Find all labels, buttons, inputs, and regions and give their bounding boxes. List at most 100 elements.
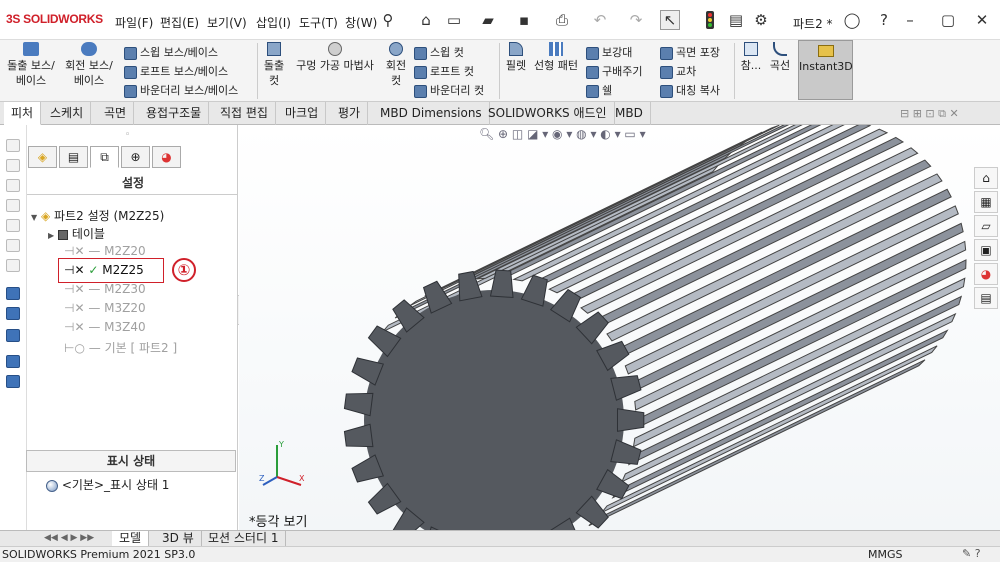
menu-file[interactable]: 파일(F) [115, 14, 153, 31]
dimxpert-manager-tab[interactable]: ⊕ [121, 146, 150, 168]
tab-markup[interactable]: 마크업 [278, 102, 327, 125]
tab-motion-study[interactable]: 모션 스터디 1 [201, 531, 287, 547]
intersect-button[interactable]: 교차 [660, 63, 696, 79]
loft-cut-button[interactable]: 로프트 컷 [414, 63, 474, 79]
instant3d-button[interactable]: Instant3D [798, 40, 853, 100]
tool-icon[interactable] [6, 355, 20, 368]
loft-boss-button[interactable]: 로프트 보스/베이스 [124, 63, 228, 79]
boundary-boss-button[interactable]: 바운더리 보스/베이스 [124, 82, 238, 98]
new-document-icon[interactable]: ▭ [444, 10, 464, 30]
configuration-manager-tab[interactable]: ⧉ [90, 146, 119, 168]
tool-icon[interactable] [6, 375, 20, 388]
tab-scroll-arrows-icon[interactable]: ◀◀ ◀ ▶ ▶▶ [44, 533, 94, 543]
save-icon[interactable]: ▪ [514, 10, 534, 30]
redo-icon[interactable]: ↷ [626, 10, 646, 30]
unit-system[interactable]: MMGS [868, 548, 903, 561]
config-item-m3z40[interactable]: ⊣✕ — M3Z40 [64, 320, 146, 334]
tab-surfaces[interactable]: 곡면 [97, 102, 135, 125]
extrude-cut-button[interactable]: 돌출 컷 [262, 42, 286, 88]
display-state-item[interactable]: <기본>_표시 상태 1 [46, 476, 169, 493]
tool-icon[interactable] [6, 239, 20, 252]
traffic-light-icon[interactable] [700, 10, 720, 30]
mirror-button[interactable]: 대칭 복사 [660, 82, 720, 98]
extrude-boss-button[interactable]: 돌출 보스/ 베이스 [4, 42, 58, 88]
status-icons[interactable]: ✎ ? [962, 547, 981, 560]
tab-evaluate[interactable]: 평가 [331, 102, 369, 125]
config-item-m2z20[interactable]: ⊣✕ — M2Z20 [64, 244, 146, 258]
tool-icon[interactable] [6, 139, 20, 152]
tab-sketch[interactable]: 스케치 [43, 102, 92, 125]
menu-insert[interactable]: 삽입(I) [256, 14, 291, 31]
design-library-icon[interactable]: ▦ [974, 191, 998, 213]
config-item-m2z25-active[interactable]: ⊣✕ ✓ M2Z25 [64, 263, 144, 277]
collapse-arrow-icon[interactable]: ▼ [31, 213, 37, 222]
shell-button[interactable]: 쉘 [586, 82, 612, 98]
linear-pattern-button[interactable]: 선형 패턴 [532, 42, 580, 73]
property-manager-tab[interactable]: ▤ [59, 146, 88, 168]
callout-number: ① [172, 258, 196, 282]
menu-view[interactable]: 보기(V) [207, 14, 247, 31]
file-properties-icon[interactable]: ▤ [726, 10, 746, 30]
tab-mbd[interactable]: MBD [608, 102, 651, 125]
tool-icon[interactable] [6, 329, 20, 342]
home-icon[interactable]: ⌂ [974, 167, 998, 189]
expand-arrow-icon[interactable]: ▶ [48, 231, 54, 240]
tool-icon[interactable] [6, 307, 20, 320]
sweep-cut-button[interactable]: 스윕 컷 [414, 44, 464, 60]
appearances-icon[interactable]: ◕ [974, 263, 998, 285]
maximize-button[interactable]: ▢ [938, 10, 958, 30]
config-root-row[interactable]: ▼ ◈ 파트2 설정 (M2Z25) [31, 207, 164, 224]
select-cursor-icon[interactable]: ↖ [660, 10, 680, 30]
undo-icon[interactable]: ↶ [590, 10, 610, 30]
tool-icon[interactable] [6, 219, 20, 232]
tab-3d-views[interactable]: 3D 뷰 [155, 531, 202, 547]
options-gear-icon[interactable]: ⚙ [751, 10, 771, 30]
help-icon[interactable]: ? [874, 10, 894, 30]
tab-model[interactable]: 모델 [112, 531, 150, 547]
view-palette-icon[interactable]: ▣ [974, 239, 998, 261]
config-item-m2z30[interactable]: ⊣✕ — M2Z30 [64, 282, 146, 296]
curves-button[interactable]: 곡선 [767, 42, 793, 73]
revolve-boss-button[interactable]: 회전 보스/ 베이스 [61, 42, 117, 88]
fillet-button[interactable]: 필렛 [503, 42, 529, 73]
tab-features[interactable]: 피처 [4, 102, 42, 125]
gear-model[interactable] [239, 125, 1000, 530]
sweep-boss-button[interactable]: 스윕 보스/베이스 [124, 44, 218, 60]
menu-window[interactable]: 창(W) [345, 14, 377, 31]
menu-tools[interactable]: 도구(T) [299, 14, 338, 31]
file-explorer-icon[interactable]: ▱ [974, 215, 998, 237]
tool-icon[interactable] [6, 159, 20, 172]
menu-edit[interactable]: 편집(E) [160, 14, 199, 31]
tab-mbd-dimensions[interactable]: MBD Dimensions [373, 102, 490, 125]
tables-row[interactable]: ▶ 테이블 [48, 225, 105, 242]
print-icon[interactable]: ⎙ [552, 10, 572, 30]
display-manager-tab[interactable]: ◕ [152, 146, 181, 168]
boundary-cut-button[interactable]: 바운더리 컷 [414, 82, 484, 98]
tab-weldments[interactable]: 용접구조물 [139, 102, 210, 125]
reference-geometry-button[interactable]: 참... [737, 42, 765, 73]
feature-manager-tab[interactable]: ◈ [28, 146, 57, 168]
wrap-button[interactable]: 곡면 포장 [660, 44, 720, 60]
close-button[interactable]: ✕ [972, 10, 992, 30]
tool-icon[interactable] [6, 287, 20, 300]
panel-splitter-handle[interactable]: ◦ [125, 130, 130, 140]
hole-wizard-button[interactable]: 구멍 가공 마법사 [292, 42, 378, 73]
config-item-m3z20[interactable]: ⊣✕ — M3Z20 [64, 301, 146, 315]
home-icon[interactable]: ⌂ [416, 10, 436, 30]
revolve-cut-button[interactable]: 회전 컷 [383, 42, 409, 88]
rib-button[interactable]: 보강대 [586, 44, 632, 60]
tab-direct-editing[interactable]: 직접 편집 [213, 102, 276, 125]
config-item-default[interactable]: ⊢○ — 기본 [ 파트2 ] [64, 339, 177, 356]
tab-solidworks-addins[interactable]: SOLIDWORKS 애드인 [481, 102, 615, 125]
window-controls-icon[interactable]: ⊟ ⊞ ⊡ ⧉ ✕ [900, 107, 959, 121]
pin-icon[interactable]: ⚲ [378, 10, 398, 30]
graphics-area[interactable]: 🔍︎ ⊕ ◫ ◪ ▾ ◉ ▾ ◍ ▾ ◐ ▾ ▭ ▾ Y X Z *등각 보기 [239, 125, 1000, 530]
tool-icon[interactable] [6, 179, 20, 192]
user-account-icon[interactable]: ◯ [842, 10, 862, 30]
open-folder-icon[interactable]: ▰ [478, 10, 498, 30]
minimize-button[interactable]: – [900, 10, 920, 30]
tool-icon[interactable] [6, 259, 20, 272]
draft-button[interactable]: 구배주기 [586, 63, 642, 79]
custom-properties-icon[interactable]: ▤ [974, 287, 998, 309]
tool-icon[interactable] [6, 199, 20, 212]
